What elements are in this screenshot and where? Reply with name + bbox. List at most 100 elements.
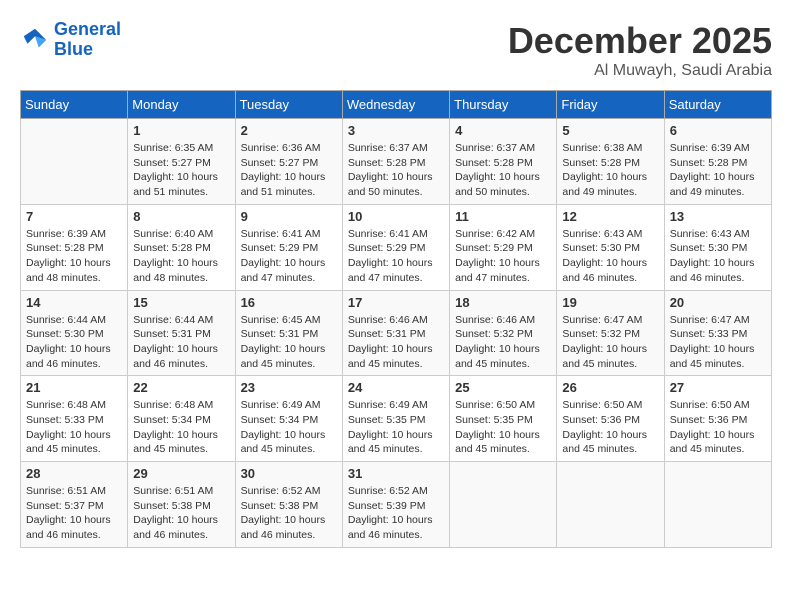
day-number: 25 [455,380,551,395]
header-row: SundayMondayTuesdayWednesdayThursdayFrid… [21,91,772,119]
calendar-cell: 7 Sunrise: 6:39 AM Sunset: 5:28 PM Daylig… [21,204,128,290]
day-number: 9 [241,209,337,224]
day-number: 14 [26,295,122,310]
header-day-monday: Monday [128,91,235,119]
day-number: 5 [562,123,658,138]
day-info: Sunrise: 6:37 AM Sunset: 5:28 PM Dayligh… [348,141,444,200]
day-number: 16 [241,295,337,310]
calendar-cell: 6 Sunrise: 6:39 AM Sunset: 5:28 PM Daylig… [664,119,771,205]
calendar-cell: 11Sunrise: 6:42 AM Sunset: 5:29 PM Dayli… [450,204,557,290]
day-info: Sunrise: 6:50 AM Sunset: 5:36 PM Dayligh… [670,398,766,457]
day-number: 21 [26,380,122,395]
calendar-cell [664,462,771,548]
header-day-sunday: Sunday [21,91,128,119]
day-info: Sunrise: 6:35 AM Sunset: 5:27 PM Dayligh… [133,141,229,200]
day-info: Sunrise: 6:44 AM Sunset: 5:30 PM Dayligh… [26,313,122,372]
calendar-cell: 28Sunrise: 6:51 AM Sunset: 5:37 PM Dayli… [21,462,128,548]
calendar-table: SundayMondayTuesdayWednesdayThursdayFrid… [20,90,772,548]
calendar-cell: 20 Sunrise: 6:47 AM Sunset: 5:33 PM Dayli… [664,290,771,376]
header-day-tuesday: Tuesday [235,91,342,119]
title-block: December 2025 Al Muwayh, Saudi Arabia [508,20,772,80]
calendar-cell: 2 Sunrise: 6:36 AM Sunset: 5:27 PM Daylig… [235,119,342,205]
day-number: 10 [348,209,444,224]
location: Al Muwayh, Saudi Arabia [508,62,772,80]
day-info: Sunrise: 6:46 AM Sunset: 5:32 PM Dayligh… [455,313,551,372]
calendar-cell: 14 Sunrise: 6:44 AM Sunset: 5:30 PM Dayli… [21,290,128,376]
page-header: General Blue December 2025 Al Muwayh, Sa… [20,20,772,80]
calendar-cell: 21 Sunrise: 6:48 AM Sunset: 5:33 PM Dayli… [21,376,128,462]
day-number: 22 [133,380,229,395]
logo-blue: Blue [54,39,93,59]
day-number: 24 [348,380,444,395]
calendar-cell: 17Sunrise: 6:46 AM Sunset: 5:31 PM Dayli… [342,290,449,376]
day-info: Sunrise: 6:36 AM Sunset: 5:27 PM Dayligh… [241,141,337,200]
day-info: Sunrise: 6:45 AM Sunset: 5:31 PM Dayligh… [241,313,337,372]
day-info: Sunrise: 6:52 AM Sunset: 5:38 PM Dayligh… [241,484,337,543]
calendar-cell: 15 Sunrise: 6:44 AM Sunset: 5:31 PM Dayli… [128,290,235,376]
calendar-cell: 25 Sunrise: 6:50 AM Sunset: 5:35 PM Dayli… [450,376,557,462]
day-info: Sunrise: 6:40 AM Sunset: 5:28 PM Dayligh… [133,227,229,286]
calendar-cell: 26Sunrise: 6:50 AM Sunset: 5:36 PM Dayli… [557,376,664,462]
day-number: 30 [241,466,337,481]
day-number: 7 [26,209,122,224]
calendar-cell [557,462,664,548]
day-info: Sunrise: 6:38 AM Sunset: 5:28 PM Dayligh… [562,141,658,200]
day-number: 17 [348,295,444,310]
day-info: Sunrise: 6:52 AM Sunset: 5:39 PM Dayligh… [348,484,444,543]
logo: General Blue [20,20,121,60]
day-info: Sunrise: 6:43 AM Sunset: 5:30 PM Dayligh… [562,227,658,286]
day-number: 15 [133,295,229,310]
calendar-cell: 13 Sunrise: 6:43 AM Sunset: 5:30 PM Dayli… [664,204,771,290]
day-number: 11 [455,209,551,224]
day-info: Sunrise: 6:39 AM Sunset: 5:28 PM Dayligh… [670,141,766,200]
week-row-1: 1 Sunrise: 6:35 AM Sunset: 5:27 PM Daylig… [21,119,772,205]
header-day-thursday: Thursday [450,91,557,119]
day-info: Sunrise: 6:44 AM Sunset: 5:31 PM Dayligh… [133,313,229,372]
day-info: Sunrise: 6:48 AM Sunset: 5:33 PM Dayligh… [26,398,122,457]
day-info: Sunrise: 6:41 AM Sunset: 5:29 PM Dayligh… [348,227,444,286]
week-row-2: 7 Sunrise: 6:39 AM Sunset: 5:28 PM Daylig… [21,204,772,290]
calendar-cell: 31 Sunrise: 6:52 AM Sunset: 5:39 PM Dayli… [342,462,449,548]
day-number: 2 [241,123,337,138]
month-title: December 2025 [508,20,772,62]
day-info: Sunrise: 6:47 AM Sunset: 5:33 PM Dayligh… [670,313,766,372]
day-info: Sunrise: 6:50 AM Sunset: 5:35 PM Dayligh… [455,398,551,457]
day-number: 31 [348,466,444,481]
day-number: 29 [133,466,229,481]
header-day-saturday: Saturday [664,91,771,119]
calendar-cell: 10 Sunrise: 6:41 AM Sunset: 5:29 PM Dayli… [342,204,449,290]
header-day-friday: Friday [557,91,664,119]
day-info: Sunrise: 6:48 AM Sunset: 5:34 PM Dayligh… [133,398,229,457]
day-number: 6 [670,123,766,138]
day-info: Sunrise: 6:49 AM Sunset: 5:34 PM Dayligh… [241,398,337,457]
calendar-cell: 22 Sunrise: 6:48 AM Sunset: 5:34 PM Dayli… [128,376,235,462]
logo-icon [20,25,50,55]
day-number: 18 [455,295,551,310]
calendar-cell: 8 Sunrise: 6:40 AM Sunset: 5:28 PM Daylig… [128,204,235,290]
day-number: 20 [670,295,766,310]
day-number: 12 [562,209,658,224]
calendar-body: 1 Sunrise: 6:35 AM Sunset: 5:27 PM Daylig… [21,119,772,548]
week-row-3: 14 Sunrise: 6:44 AM Sunset: 5:30 PM Dayli… [21,290,772,376]
day-info: Sunrise: 6:49 AM Sunset: 5:35 PM Dayligh… [348,398,444,457]
calendar-cell: 29 Sunrise: 6:51 AM Sunset: 5:38 PM Dayli… [128,462,235,548]
logo-general: General [54,19,121,39]
calendar-cell: 19Sunrise: 6:47 AM Sunset: 5:32 PM Dayli… [557,290,664,376]
calendar-cell: 18 Sunrise: 6:46 AM Sunset: 5:32 PM Dayli… [450,290,557,376]
day-number: 1 [133,123,229,138]
calendar-cell: 9Sunrise: 6:41 AM Sunset: 5:29 PM Daylig… [235,204,342,290]
day-info: Sunrise: 6:47 AM Sunset: 5:32 PM Dayligh… [562,313,658,372]
calendar-cell [21,119,128,205]
day-info: Sunrise: 6:50 AM Sunset: 5:36 PM Dayligh… [562,398,658,457]
calendar-cell [450,462,557,548]
day-number: 13 [670,209,766,224]
day-info: Sunrise: 6:51 AM Sunset: 5:38 PM Dayligh… [133,484,229,543]
day-number: 4 [455,123,551,138]
calendar-cell: 5 Sunrise: 6:38 AM Sunset: 5:28 PM Daylig… [557,119,664,205]
calendar-cell: 12 Sunrise: 6:43 AM Sunset: 5:30 PM Dayli… [557,204,664,290]
calendar-cell: 3Sunrise: 6:37 AM Sunset: 5:28 PM Daylig… [342,119,449,205]
day-number: 27 [670,380,766,395]
day-number: 8 [133,209,229,224]
day-info: Sunrise: 6:39 AM Sunset: 5:28 PM Dayligh… [26,227,122,286]
day-info: Sunrise: 6:43 AM Sunset: 5:30 PM Dayligh… [670,227,766,286]
